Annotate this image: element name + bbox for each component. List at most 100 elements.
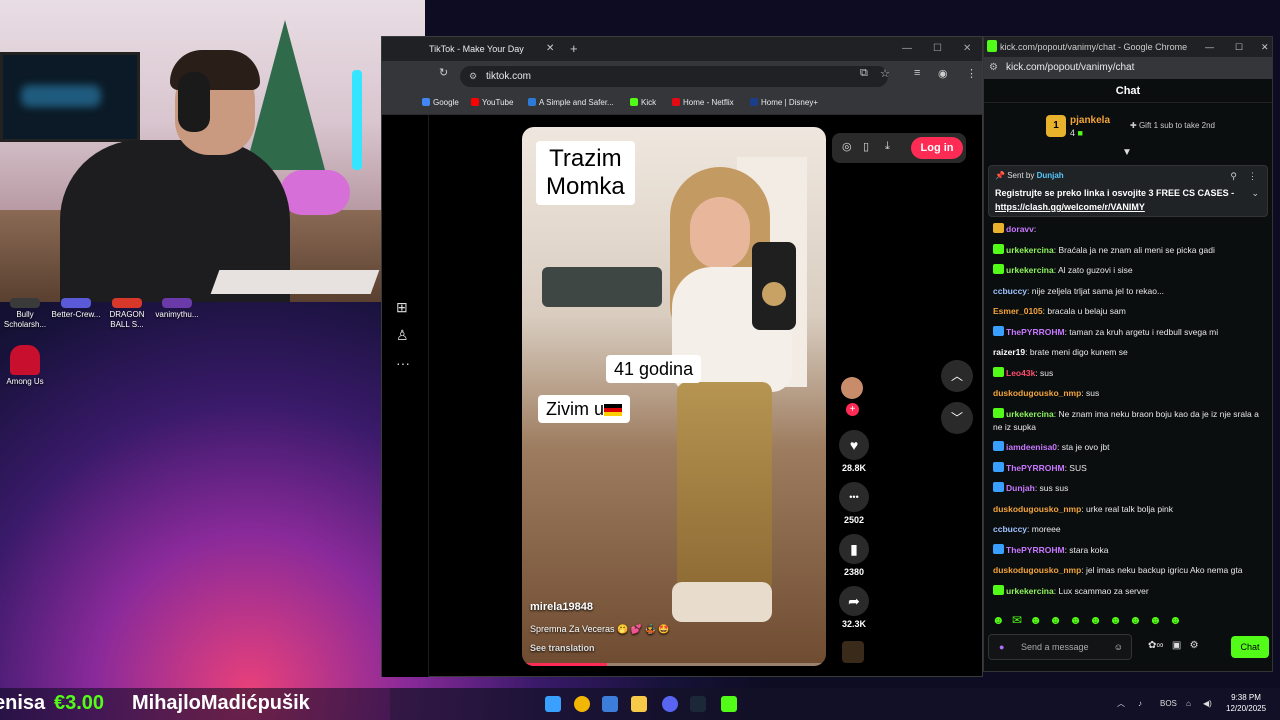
chat-username[interactable]: Esmer_0105 xyxy=(993,306,1043,316)
next-video-button[interactable]: ﹀ xyxy=(941,402,973,434)
expand-pinned-icon[interactable]: ⌄ xyxy=(1251,188,1259,199)
chat-username[interactable]: ThePYRROHM xyxy=(1006,327,1065,337)
bookmark-disney[interactable]: Home | Disney+ xyxy=(750,91,818,115)
send-chat-button[interactable]: Chat xyxy=(1231,636,1269,658)
chat-username[interactable]: urkekercina xyxy=(1006,409,1054,419)
profile-icon[interactable]: ◉ xyxy=(938,67,948,80)
desktop-icon-bully[interactable]: Bully Scholarsh... xyxy=(0,298,52,330)
chat-close-icon[interactable]: ✕ xyxy=(1261,37,1269,57)
chat-maximize-icon[interactable]: ☐ xyxy=(1235,37,1243,57)
desktop-icon-better-crew[interactable]: Better-Crew... xyxy=(49,298,103,320)
chat-username[interactable]: iamdeenisa0 xyxy=(1006,442,1057,452)
heart-icon[interactable]: ♥ xyxy=(839,430,869,460)
video-caption-age: 41 godina xyxy=(606,355,702,383)
more-icon[interactable]: ··· xyxy=(396,355,410,371)
desktop-icon-vanimythu[interactable]: vanimythu... xyxy=(150,298,204,320)
gift-sub-button[interactable]: ✚ Gift 1 sub to take 2nd xyxy=(1130,121,1215,130)
chat-minimize-icon[interactable]: — xyxy=(1205,37,1214,57)
chat-username[interactable]: ccbuccy xyxy=(993,524,1027,534)
download-icon[interactable]: ⤓ xyxy=(885,140,890,153)
chat-username[interactable]: ccbuccy xyxy=(993,286,1027,296)
maximize-icon[interactable]: ☐ xyxy=(933,37,942,61)
music-disc-icon[interactable] xyxy=(842,641,864,663)
steam-icon[interactable] xyxy=(602,696,618,712)
chat-username[interactable]: doravv xyxy=(1006,224,1034,234)
taskbar-clock[interactable]: 9:38 PM 12/20/2025 xyxy=(1226,692,1266,714)
bookmark-icon[interactable]: ▮ xyxy=(839,534,869,564)
video-progress-bar[interactable] xyxy=(522,663,826,666)
chat-username[interactable]: Dunjah xyxy=(1006,483,1035,493)
like-action[interactable]: ♥ 28.8K xyxy=(839,430,869,473)
extensions-icon[interactable]: ≡ xyxy=(914,67,920,79)
bookmark-youtube[interactable]: YouTube xyxy=(471,91,513,115)
login-button[interactable]: Log in xyxy=(911,137,963,159)
bookmark-netflix[interactable]: Home - Netflix xyxy=(672,91,734,115)
chat-username[interactable]: urkekercina xyxy=(1006,586,1054,596)
emoji-icon[interactable]: ☺ xyxy=(1114,635,1123,659)
chat-settings-icon[interactable]: ⚙ xyxy=(1190,640,1199,651)
chrome-icon[interactable] xyxy=(574,696,590,712)
see-translation-link[interactable]: See translation xyxy=(530,643,595,653)
volume-icon[interactable]: ◀) xyxy=(1203,688,1212,720)
windows-start-icon[interactable] xyxy=(545,696,561,712)
chat-username[interactable]: urkekercina xyxy=(1006,245,1054,255)
device-icon[interactable]: ▯ xyxy=(863,140,869,153)
chat-username[interactable]: duskodugousko_nmp xyxy=(993,565,1081,575)
tray-chevron-icon[interactable]: ︿ xyxy=(1117,688,1125,720)
follow-plus-icon[interactable]: + xyxy=(846,403,859,416)
tab-close-icon[interactable]: ✕ xyxy=(546,37,554,61)
chat-username[interactable]: duskodugousko_nmp xyxy=(993,504,1081,514)
chat-address-bar[interactable]: ⚙ kick.com/popout/vanimy/chat xyxy=(984,57,1272,79)
desktop-icon-among-us[interactable]: Among Us xyxy=(0,345,52,387)
chat-username[interactable]: Leo43k xyxy=(1006,368,1035,378)
steam-2-icon[interactable] xyxy=(690,696,706,712)
comment-action[interactable]: ••• 2502 xyxy=(839,482,869,525)
chat-username[interactable]: urkekercina xyxy=(1006,265,1054,275)
tray-mic-icon[interactable]: ♪ xyxy=(1138,688,1142,720)
bookmark-google[interactable]: Google xyxy=(422,91,459,115)
url-field[interactable]: ⚙ tiktok.com xyxy=(460,66,888,87)
reload-icon[interactable]: ↻ xyxy=(439,66,448,79)
creator-avatar[interactable] xyxy=(841,377,863,399)
chat-username[interactable]: duskodugousko_nmp xyxy=(993,388,1081,398)
profile-nav-icon[interactable]: ♙ xyxy=(396,327,409,344)
bookmark-simple-safer[interactable]: A Simple and Safer... xyxy=(528,91,614,115)
gifter-name[interactable]: pjankela xyxy=(1070,115,1110,126)
upload-icon[interactable]: ⊞ xyxy=(396,299,408,316)
install-app-icon[interactable]: ⧉ xyxy=(860,67,868,80)
app-icon[interactable] xyxy=(721,696,737,712)
bookmark-action[interactable]: ▮ 2380 xyxy=(839,534,869,577)
language-indicator[interactable]: BOS xyxy=(1160,688,1177,720)
pinned-link[interactable]: https://clash.gg/welcome/r/VANIMY xyxy=(995,202,1145,212)
pin-toggle-icon[interactable]: ⚲ xyxy=(1230,171,1237,182)
chat-username[interactable]: ThePYRROHM xyxy=(1006,463,1065,473)
share-action[interactable]: ➦ 32.3K xyxy=(839,586,869,629)
new-tab-icon[interactable]: + xyxy=(570,37,578,61)
chrome-menu-icon[interactable]: ⋮ xyxy=(966,67,977,80)
chat-message-input[interactable]: ● Send a message ☺ xyxy=(988,634,1132,660)
chat-username[interactable]: ThePYRROHM xyxy=(1006,545,1065,555)
chat-username[interactable]: raizer19 xyxy=(993,347,1025,357)
close-icon[interactable]: ✕ xyxy=(963,37,971,61)
autoscroll-icon[interactable]: ◎ xyxy=(842,140,852,153)
gift-box-icon[interactable]: ▣ xyxy=(1172,640,1181,651)
collapse-leaderboard-icon[interactable]: ▼ xyxy=(1122,147,1132,158)
comment-icon[interactable]: ••• xyxy=(839,482,869,512)
file-explorer-icon[interactable] xyxy=(631,696,647,712)
bookmark-star-icon[interactable]: ☆ xyxy=(880,67,890,80)
pinned-menu-icon[interactable]: ⋮ xyxy=(1248,171,1257,182)
share-icon[interactable]: ➦ xyxy=(839,586,869,616)
emote-picker-icon[interactable]: ✿∞ xyxy=(1148,640,1164,651)
previous-video-button[interactable]: ︿ xyxy=(941,360,973,392)
emote-bar[interactable]: ☻ ✉ ☻ ☻ ☻ ☻ ☻ ☻ ☻ ☻ xyxy=(992,613,1184,627)
desktop-icon-dragon-ball[interactable]: DRAGON BALL S... xyxy=(100,298,154,330)
discord-icon[interactable] xyxy=(662,696,678,712)
video-username[interactable]: mirela19848 xyxy=(530,601,593,613)
minimize-icon[interactable]: — xyxy=(902,37,912,61)
bookmark-kick[interactable]: Kick xyxy=(630,91,656,115)
mic-icon[interactable]: ● xyxy=(999,635,1004,659)
network-icon[interactable]: ⌂ xyxy=(1186,688,1191,720)
tab-tiktok[interactable]: TikTok - Make Your Day xyxy=(426,37,564,61)
tiktok-video[interactable]: Trazim Momka 41 godina Zivim u mirela198… xyxy=(522,127,826,666)
pinned-sender[interactable]: Dunjah xyxy=(1037,171,1064,180)
